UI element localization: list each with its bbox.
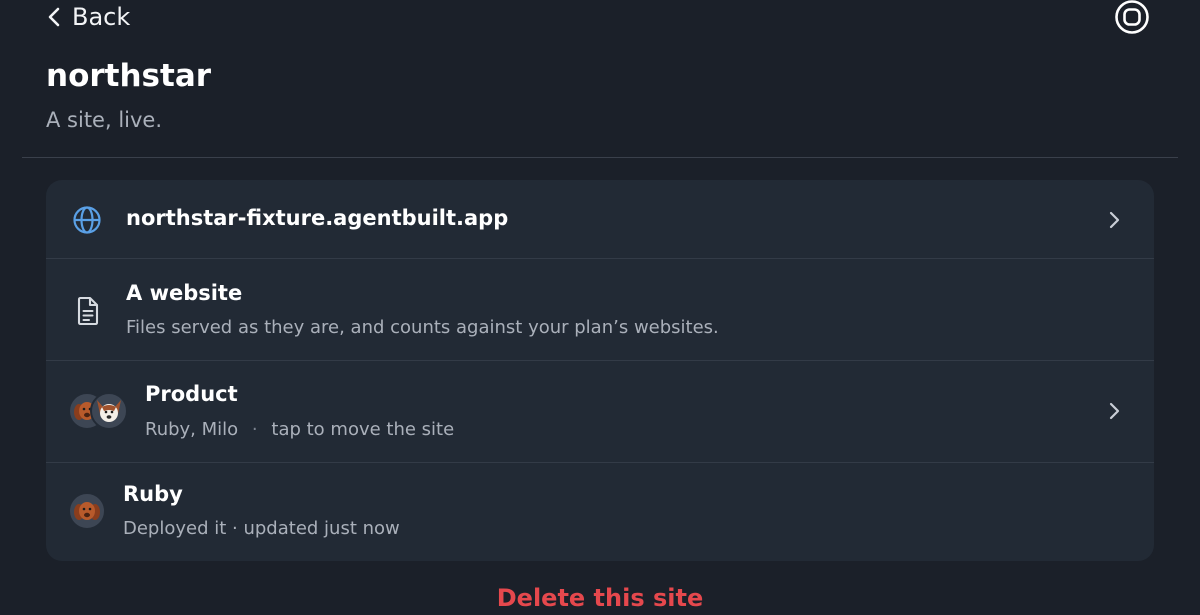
avatar-ruby [68,492,106,530]
team-members: Ruby, Milo [145,419,239,440]
separator-dot: · [251,419,258,440]
delete-site-button[interactable]: Delete this site [0,582,1200,614]
site-type-description: Files served as they are, and counts aga… [126,317,719,338]
chevron-left-icon [48,7,60,27]
header-divider [22,157,1178,158]
page-subtitle: A site, live. [46,108,163,132]
dog-face-icon [97,400,121,422]
chevron-right-icon [1109,211,1120,229]
move-site-hint: tap to move the site [271,419,455,440]
team-row[interactable]: Product Ruby, Milo · tap to move the sit… [46,361,1154,462]
site-type-row: A website Files served as they are, and … [46,259,1154,360]
stop-button[interactable] [1114,0,1150,35]
team-members-line: Ruby, Milo · tap to move the site [145,418,454,442]
site-details-card: northstar-fixture.agentbuilt.app A websi… [46,180,1154,561]
globe-icon [73,206,101,234]
domain-row[interactable]: northstar-fixture.agentbuilt.app [46,180,1154,258]
stop-circle-icon [1115,0,1149,34]
back-label: Back [72,3,131,31]
deployer-name: Ruby [123,482,183,506]
back-button[interactable]: Back [46,0,130,34]
document-icon [77,296,99,326]
domain-link[interactable]: northstar-fixture.agentbuilt.app [126,204,508,232]
dog-face-icon [74,502,100,520]
top-bar: Back [0,0,1200,36]
team-name: Product [145,382,238,406]
chevron-right-icon [1109,402,1120,420]
avatar-milo [90,392,128,430]
deployer-row: Ruby Deployed it · updated just now [46,463,1154,561]
page-title: northstar [46,58,212,94]
deploy-status: Deployed it · updated just now [123,518,400,539]
site-type-title: A website [126,281,243,305]
